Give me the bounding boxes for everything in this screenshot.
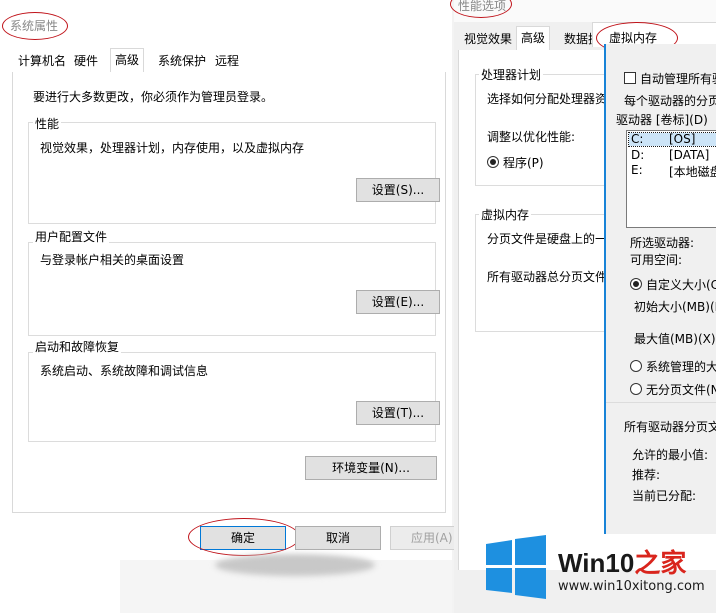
initial-size-label: 初始大小(MB)(I) (634, 300, 716, 314)
auto-manage-checkbox[interactable]: 自动管理所有驱 (624, 70, 716, 87)
user-profiles-settings-button[interactable]: 设置(E)... (356, 290, 440, 314)
tab-panel-advanced: 要进行大多数更改，你必须作为管理员登录。 性能 视觉效果，处理器计划，内存使用，… (12, 72, 446, 513)
system-managed-label: 系统管理的大 (646, 360, 716, 374)
processor-title: 处理器计划 (479, 66, 544, 83)
smudge-mark (215, 554, 375, 576)
performance-settings-button[interactable]: 设置(S)... (356, 178, 440, 202)
drive-label: [DATA] (669, 148, 710, 162)
title-bar[interactable]: 性能选项 (454, 0, 716, 22)
checkbox-icon (624, 72, 636, 84)
virtual-memory-title: 虚拟内存 (479, 206, 532, 223)
total-paging-label: 所有驱动器总分页文件 (487, 270, 608, 284)
all-drives-label: 所有驱动器分页文 (624, 420, 716, 434)
watermark: Win10之家 www.win10xitong.com (478, 527, 716, 613)
programs-radio-label: 程序(P) (503, 156, 544, 170)
performance-title: 性能 (33, 115, 62, 132)
environment-variables-button[interactable]: 环境变量(N)... (305, 456, 437, 480)
admin-note: 要进行大多数更改，你必须作为管理员登录。 (33, 90, 274, 104)
recommended-label: 推荐: (632, 468, 661, 482)
drive-list[interactable]: C: [OS] D: [DATA] E: [本地磁盘 (626, 130, 716, 228)
user-profiles-desc: 与登录帐户相关的桌面设置 (40, 253, 185, 267)
drive-letter: D: (631, 148, 645, 162)
radio-selected-icon (630, 278, 642, 290)
tab-advanced[interactable]: 高级 (110, 48, 145, 74)
processor-desc: 选择如何分配处理器资 (487, 92, 608, 106)
virtual-memory-desc: 分页文件是硬盘上的一 (487, 232, 608, 246)
startup-recovery-settings-button[interactable]: 设置(T)... (356, 401, 440, 425)
watermark-url: www.win10xitong.com (558, 579, 705, 594)
no-paging-radio[interactable]: 无分页文件(N (630, 381, 716, 398)
title-bar[interactable]: 系统属性 (0, 0, 452, 44)
available-space-label: 可用空间: (630, 253, 683, 267)
max-size-label: 最大值(MB)(X): (634, 332, 716, 346)
tab-system-protection[interactable]: 系统保护 (154, 50, 210, 72)
auto-manage-label: 自动管理所有驱 (640, 72, 716, 86)
tab-computer-name[interactable]: 计算机名 (14, 50, 70, 72)
system-managed-radio[interactable]: 系统管理的大 (630, 358, 716, 375)
custom-size-radio[interactable]: 自定义大小(C (630, 276, 716, 293)
radio-icon (630, 360, 642, 372)
tab-remote[interactable]: 远程 (211, 50, 243, 72)
adjust-label: 调整以优化性能: (487, 130, 576, 144)
custom-size-label: 自定义大小(C (646, 278, 716, 292)
startup-recovery-desc: 系统启动、系统故障和调试信息 (40, 364, 209, 378)
startup-recovery-title: 启动和故障恢复 (33, 338, 122, 355)
cancel-button[interactable]: 取消 (295, 526, 381, 550)
watermark-brand: Win10之家 (558, 543, 686, 580)
programs-radio[interactable]: 程序(P) (487, 154, 544, 171)
min-allowed-label: 允许的最小值: (632, 448, 709, 462)
window-title: 性能选项 (458, 0, 507, 13)
radio-icon (630, 383, 642, 395)
system-properties-window: 系统属性 计算机名 硬件 高级 系统保护 远程 要进行大多数更改，你必须作为管理… (0, 0, 474, 613)
ok-button[interactable]: 确定 (200, 526, 286, 550)
performance-desc: 视觉效果，处理器计划，内存使用，以及虚拟内存 (40, 141, 305, 155)
tab-visual-effects[interactable]: 视觉效果 (460, 28, 516, 50)
tab-advanced[interactable]: 高级 (516, 26, 551, 52)
tab-hardware[interactable]: 硬件 (70, 50, 102, 72)
brand-text: Win10 (558, 548, 635, 578)
virtual-memory-window: 自动管理所有驱 每个驱动器的分页 驱动器 [卷标](D) C: [OS] D: … (604, 44, 716, 534)
drive-row-c[interactable]: C: [OS] (628, 132, 716, 147)
drive-label: [OS] (669, 132, 696, 146)
user-profiles-title: 用户配置文件 (33, 228, 110, 245)
per-drive-label: 每个驱动器的分页 (624, 94, 716, 108)
drive-letter: C: (631, 132, 644, 146)
radio-selected-icon (487, 156, 499, 168)
brand-suffix: 之家 (634, 548, 687, 578)
windows-logo-icon (486, 535, 546, 599)
drive-row-d[interactable]: D: [DATA] (629, 148, 716, 162)
divider (606, 402, 716, 403)
selected-drive-label: 所选驱动器: (630, 236, 695, 250)
no-paging-label: 无分页文件(N (646, 383, 716, 397)
drive-label: [本地磁盘 (669, 165, 716, 179)
drive-header: 驱动器 [卷标](D) (616, 113, 708, 127)
window-title: 系统属性 (10, 19, 59, 33)
drive-letter: E: (631, 163, 643, 177)
tab-strip: 计算机名 硬件 高级 系统保护 远程 (12, 48, 444, 74)
performance-group (28, 122, 436, 224)
drive-row-e[interactable]: E: [本地磁盘 (629, 163, 716, 179)
current-allocated-label: 当前已分配: (632, 489, 697, 503)
